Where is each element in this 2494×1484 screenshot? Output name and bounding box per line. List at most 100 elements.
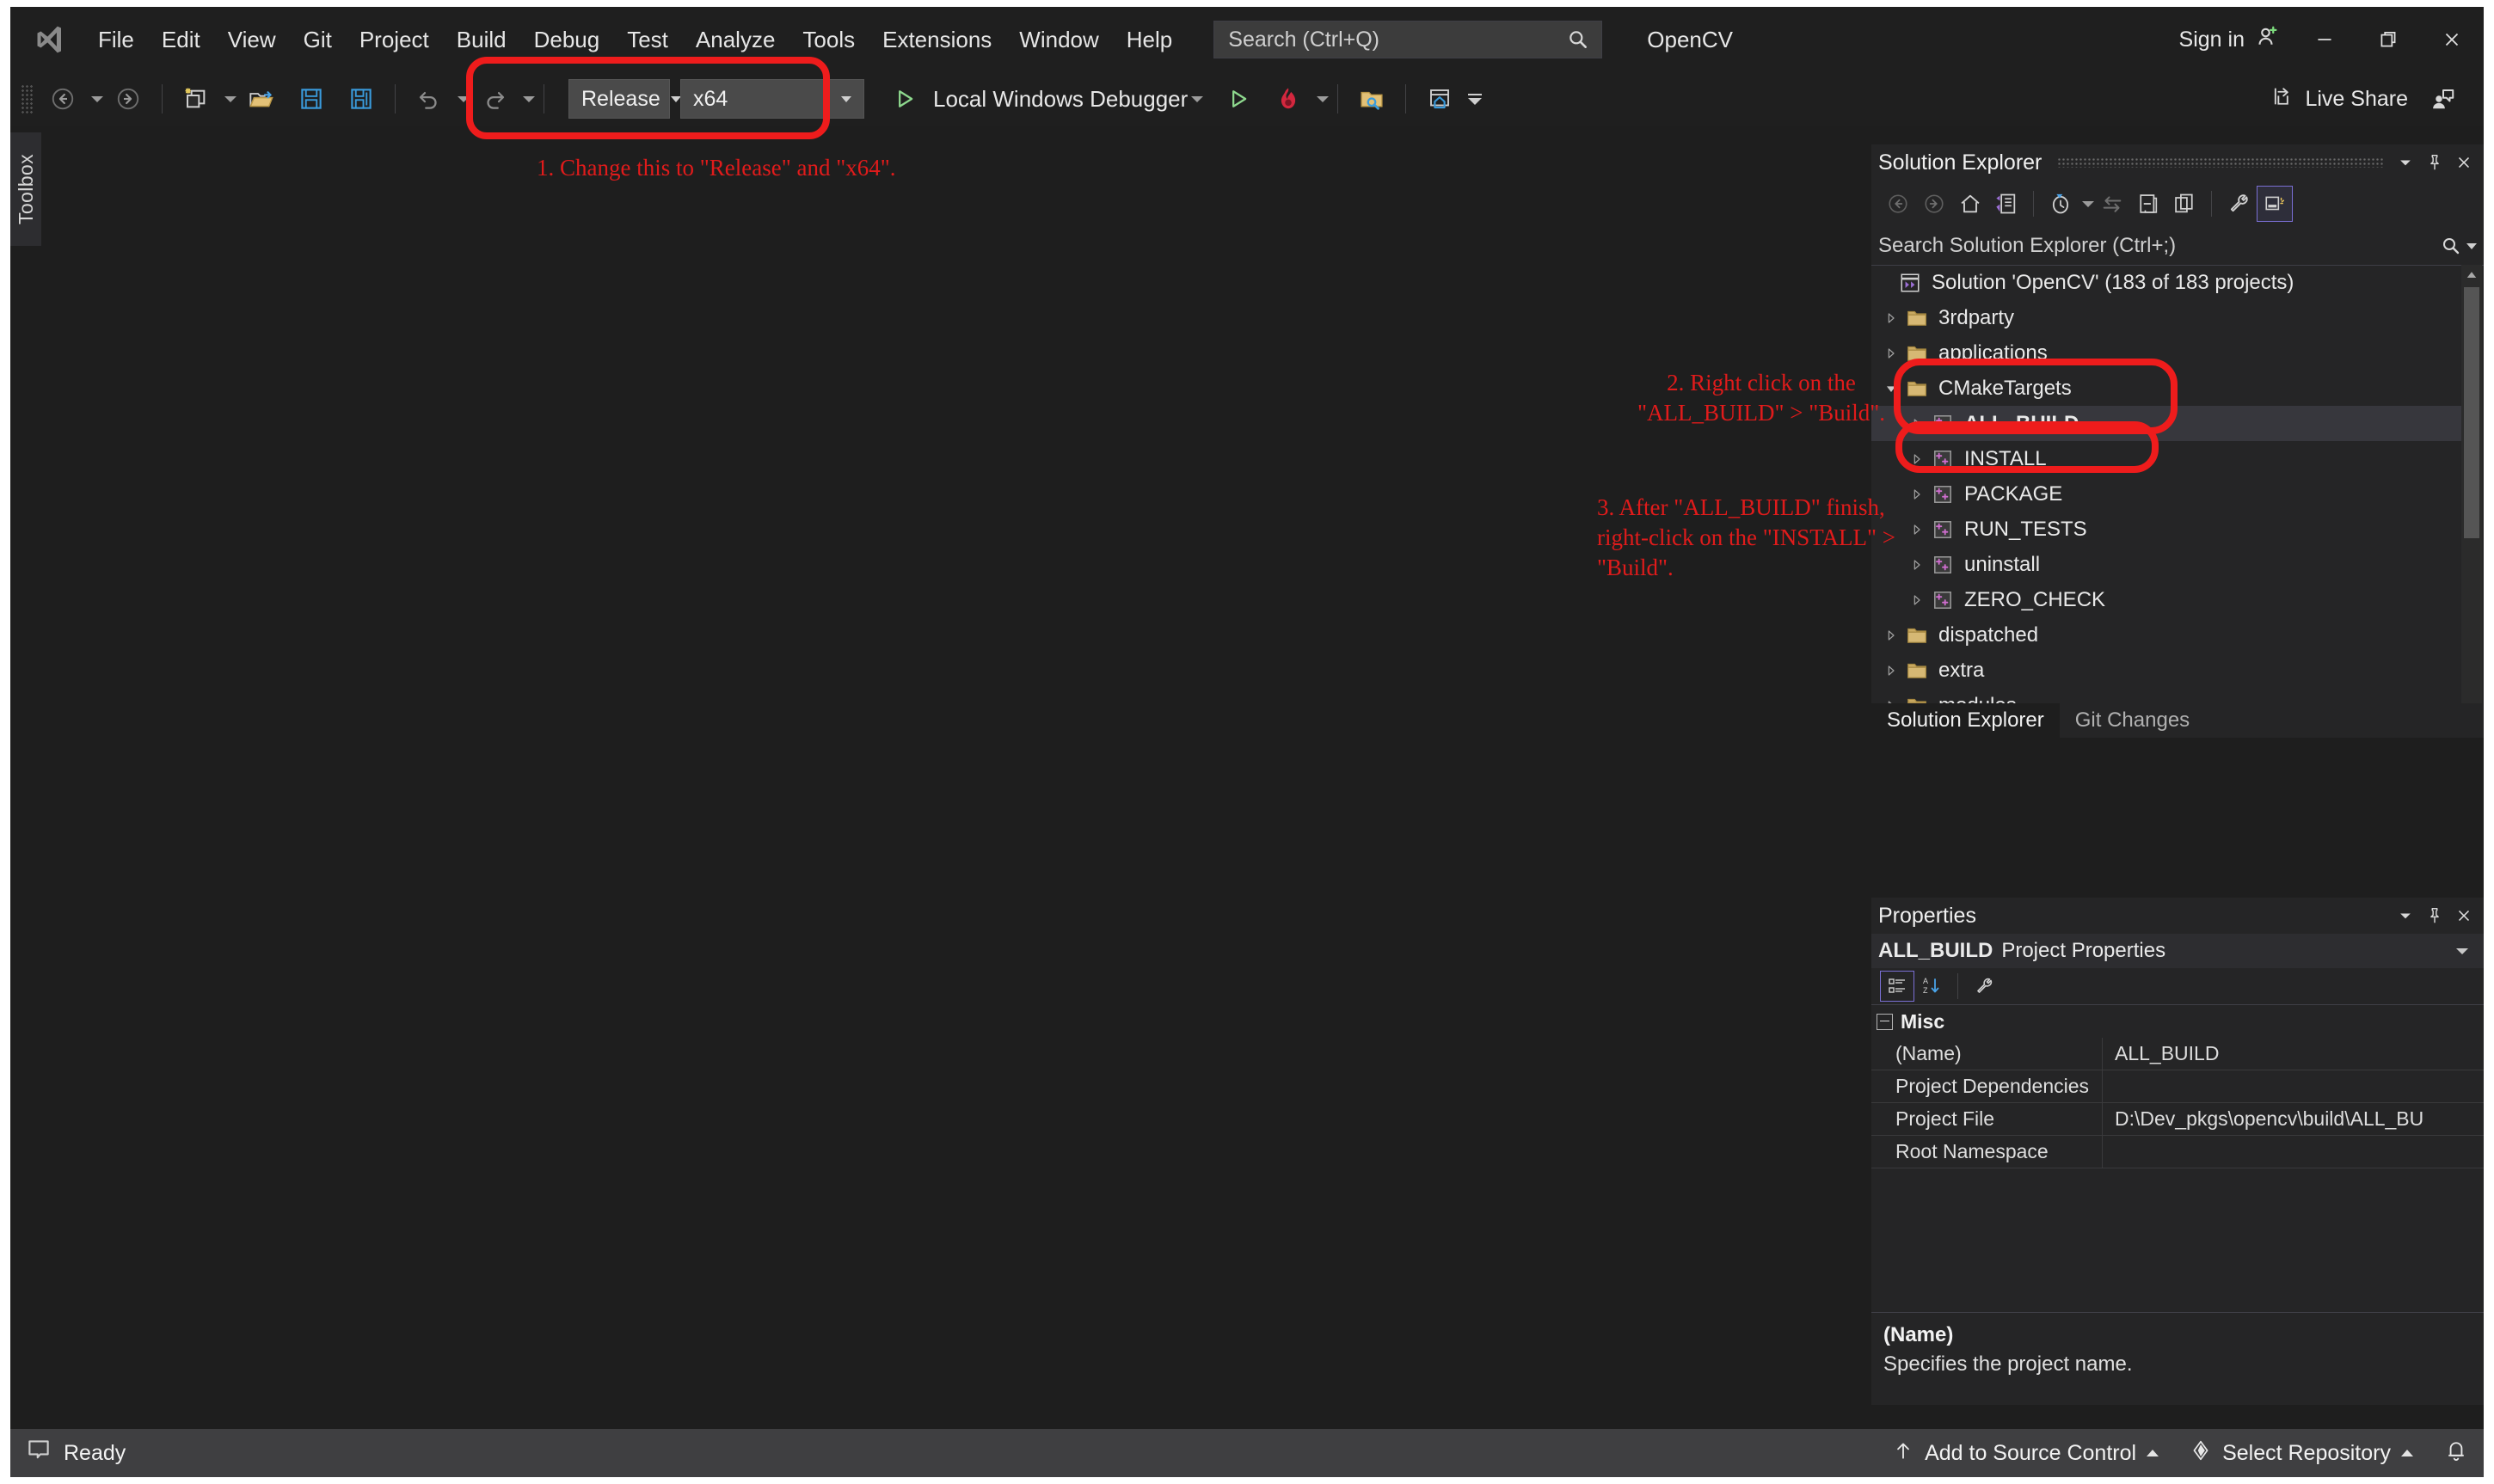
se-home-icon[interactable] (1952, 186, 1988, 222)
panel-close-icon[interactable] (2449, 148, 2479, 177)
open-file-button[interactable] (236, 77, 286, 120)
se-back-icon[interactable] (1880, 186, 1916, 222)
window-restore-button[interactable] (2356, 7, 2420, 72)
tree-row-extra[interactable]: extra (1871, 653, 2461, 688)
menu-git[interactable]: Git (290, 7, 346, 72)
menu-debug[interactable]: Debug (520, 7, 614, 72)
global-search-input[interactable]: Search (Ctrl+Q) (1213, 21, 1602, 58)
toolbox-tab[interactable]: Toolbox (10, 132, 41, 246)
menu-edit[interactable]: Edit (148, 7, 214, 72)
panel-pin-icon[interactable] (2420, 148, 2449, 177)
menu-build[interactable]: Build (443, 7, 520, 72)
se-forward-icon[interactable] (1916, 186, 1952, 222)
menu-extensions[interactable]: Extensions (869, 7, 1005, 72)
search-options-chevron-down-icon[interactable] (2466, 243, 2477, 249)
property-row[interactable]: Project FileD:\Dev_pkgs\opencv\build\ALL… (1871, 1103, 2484, 1136)
properties-object-selector[interactable]: ALL_BUILD Project Properties (1871, 934, 2484, 968)
se-properties-icon[interactable] (2221, 186, 2257, 222)
menu-project[interactable]: Project (346, 7, 443, 72)
property-value[interactable]: ALL_BUILD (2102, 1038, 2484, 1070)
properties-category-misc[interactable]: Misc (1871, 1005, 2484, 1038)
tree-row-run-tests[interactable]: RUN_TESTS (1871, 512, 2461, 547)
properties-property-pages-icon[interactable] (1967, 971, 2001, 1002)
start-debugging-button[interactable] (880, 77, 930, 120)
scrollbar-thumb[interactable] (2464, 287, 2479, 538)
property-row[interactable]: Project Dependencies (1871, 1070, 2484, 1103)
select-repository-button[interactable]: Select Repository (2174, 1429, 2429, 1477)
navigate-backward-dropdown-icon[interactable] (91, 96, 103, 102)
redo-button[interactable] (470, 77, 519, 120)
tab-solution-explorer[interactable]: Solution Explorer (1871, 703, 2060, 738)
se-history-dropdown-icon[interactable] (2082, 201, 2094, 207)
menu-window[interactable]: Window (1005, 7, 1112, 72)
new-project-dropdown-icon[interactable] (224, 96, 236, 102)
save-button[interactable] (286, 77, 336, 120)
expand-arrow-right-icon[interactable] (1878, 629, 1904, 642)
sign-in-button[interactable]: Sign in (2167, 24, 2293, 56)
redo-dropdown-icon[interactable] (523, 96, 535, 102)
expand-arrow-down-icon[interactable] (1878, 382, 1904, 396)
menu-analyze[interactable]: Analyze (682, 7, 789, 72)
undo-button[interactable] (404, 77, 454, 120)
expand-arrow-right-icon[interactable] (1904, 452, 1930, 466)
tree-row-3rdparty[interactable]: 3rdparty (1871, 300, 2461, 335)
tree-row-package[interactable]: PACKAGE (1871, 476, 2461, 512)
tree-row-uninstall[interactable]: uninstall (1871, 547, 2461, 582)
notifications-button[interactable] (2429, 1429, 2484, 1477)
expand-arrow-right-icon[interactable] (1904, 558, 1930, 572)
expand-arrow-right-icon[interactable] (1904, 593, 1930, 607)
hot-reload-icon[interactable] (1263, 77, 1313, 120)
menu-view[interactable]: View (214, 7, 290, 72)
tree-row-cmaketargets[interactable]: CMakeTargets (1871, 371, 2461, 406)
se-pending-changes-icon[interactable] (1988, 186, 2024, 222)
select-in-solution-explorer-icon[interactable] (1347, 77, 1397, 120)
expand-arrow-right-icon[interactable] (1904, 523, 1930, 537)
debug-target-label[interactable]: Local Windows Debugger (933, 86, 1188, 113)
expand-arrow-right-icon[interactable] (1904, 488, 1930, 501)
tree-row-solution-root[interactable]: Solution 'OpenCV' (183 of 183 projects) (1871, 265, 2461, 300)
panel-menu-chevron-down-icon[interactable] (2391, 148, 2420, 177)
solution-explorer-search-input[interactable]: Search Solution Explorer (Ctrl+;) (1871, 227, 2484, 266)
add-to-source-control-button[interactable]: Add to Source Control (1877, 1429, 2174, 1477)
expand-arrow-right-icon[interactable] (1878, 311, 1904, 325)
tree-row-applications[interactable]: applications (1871, 335, 2461, 371)
expand-arrow-right-icon[interactable] (1904, 417, 1930, 431)
properties-object-chevron-down-icon[interactable] (2456, 948, 2468, 954)
solution-configuration-combobox[interactable]: Release (568, 79, 670, 119)
properties-close-icon[interactable] (2449, 901, 2479, 930)
start-without-debugging-button[interactable] (1213, 77, 1263, 120)
properties-alphabetical-button[interactable]: A Z (1914, 971, 1949, 1002)
se-show-all-files-icon[interactable] (2166, 186, 2202, 222)
undo-dropdown-icon[interactable] (458, 96, 470, 102)
se-sync-with-active-document-icon[interactable] (2094, 186, 2130, 222)
menu-file[interactable]: File (84, 7, 148, 72)
se-pending-history-icon[interactable] (2042, 186, 2079, 222)
solution-tree-scrollbar[interactable] (2461, 265, 2482, 738)
menu-tools[interactable]: Tools (789, 7, 869, 72)
collapse-minus-icon[interactable] (1877, 1014, 1893, 1030)
tree-row-dispatched[interactable]: dispatched (1871, 617, 2461, 653)
properties-menu-chevron-down-icon[interactable] (2391, 901, 2420, 930)
search-icon[interactable] (2441, 236, 2477, 256)
expand-arrow-right-icon[interactable] (1878, 664, 1904, 678)
menu-help[interactable]: Help (1113, 7, 1186, 72)
toolbar-overflow-button[interactable] (1468, 94, 1482, 105)
se-collapse-all-icon[interactable] (2130, 186, 2166, 222)
new-project-button[interactable] (171, 77, 221, 120)
home-window-icon[interactable] (1415, 77, 1465, 120)
expand-arrow-right-icon[interactable] (1878, 346, 1904, 360)
navigate-backward-button[interactable] (38, 77, 88, 120)
tree-row-zero-check[interactable]: ZERO_CHECK (1871, 582, 2461, 617)
toolbar-grip-handle[interactable] (21, 84, 34, 113)
property-row[interactable]: (Name)ALL_BUILD (1871, 1038, 2484, 1070)
property-value[interactable] (2102, 1070, 2484, 1103)
se-preview-selected-items-icon[interactable] (2257, 186, 2293, 222)
save-all-button[interactable] (336, 77, 386, 120)
hot-reload-dropdown-icon[interactable] (1317, 96, 1329, 102)
properties-pin-icon[interactable] (2420, 901, 2449, 930)
navigate-forward-button[interactable] (103, 77, 153, 120)
live-share-button[interactable]: Live Share (2260, 84, 2418, 114)
window-minimize-button[interactable] (2293, 7, 2356, 72)
scroll-up-arrow-icon[interactable] (2461, 265, 2482, 285)
properties-categorized-button[interactable] (1880, 971, 1914, 1002)
